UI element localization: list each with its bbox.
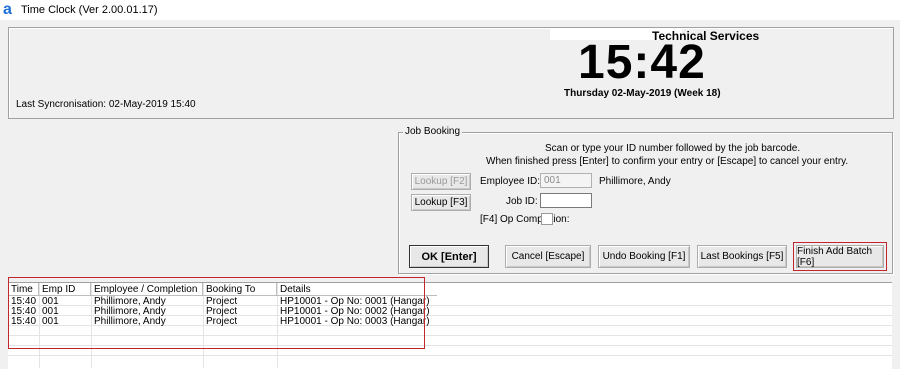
employee-id-field[interactable]: 001 bbox=[540, 173, 592, 188]
job-id-label: Job ID: bbox=[506, 196, 538, 207]
rows-highlight bbox=[8, 277, 425, 349]
last-sync-text: Last Syncronisation: 02-May-2019 15:40 bbox=[16, 99, 196, 110]
undo-booking-button[interactable]: Undo Booking [F1] bbox=[598, 245, 690, 268]
ok-button-label: OK [Enter] bbox=[421, 250, 477, 263]
app-logo-icon: a bbox=[3, 1, 12, 18]
lookup-f2-button[interactable]: Lookup [F2] bbox=[411, 173, 471, 190]
job-booking-legend: Job Booking bbox=[403, 126, 463, 137]
job-id-field[interactable] bbox=[540, 193, 592, 208]
last-sync-label: Last Syncronisation: bbox=[16, 99, 107, 110]
date-display: Thursday 02-May-2019 (Week 18) bbox=[564, 88, 721, 99]
op-completion-label: [F4] Op Completion: bbox=[480, 214, 570, 225]
op-completion-checkbox[interactable] bbox=[541, 213, 553, 225]
last-sync-value: 02-May-2019 15:40 bbox=[108, 99, 196, 110]
title-bar: a Time Clock (Ver 2.00.01.17) bbox=[0, 0, 900, 20]
grid-hline bbox=[8, 355, 892, 356]
window-title: Time Clock (Ver 2.00.01.17) bbox=[21, 4, 158, 16]
employee-name: Phillimore, Andy bbox=[599, 176, 671, 187]
cancel-button[interactable]: Cancel [Escape] bbox=[505, 245, 591, 268]
employee-id-label: Employee ID: bbox=[480, 176, 541, 187]
instruction-line-1: Scan or type your ID number followed by … bbox=[545, 143, 801, 154]
lookup-f3-button[interactable]: Lookup [F3] bbox=[411, 194, 471, 211]
ok-button[interactable]: OK [Enter] bbox=[409, 245, 489, 268]
clock-display: 15:42 bbox=[578, 36, 706, 89]
instruction-line-2: When finished press [Enter] to confirm y… bbox=[486, 156, 849, 167]
finish-button-highlight bbox=[793, 242, 887, 271]
last-bookings-button[interactable]: Last Bookings [F5] bbox=[697, 245, 787, 268]
